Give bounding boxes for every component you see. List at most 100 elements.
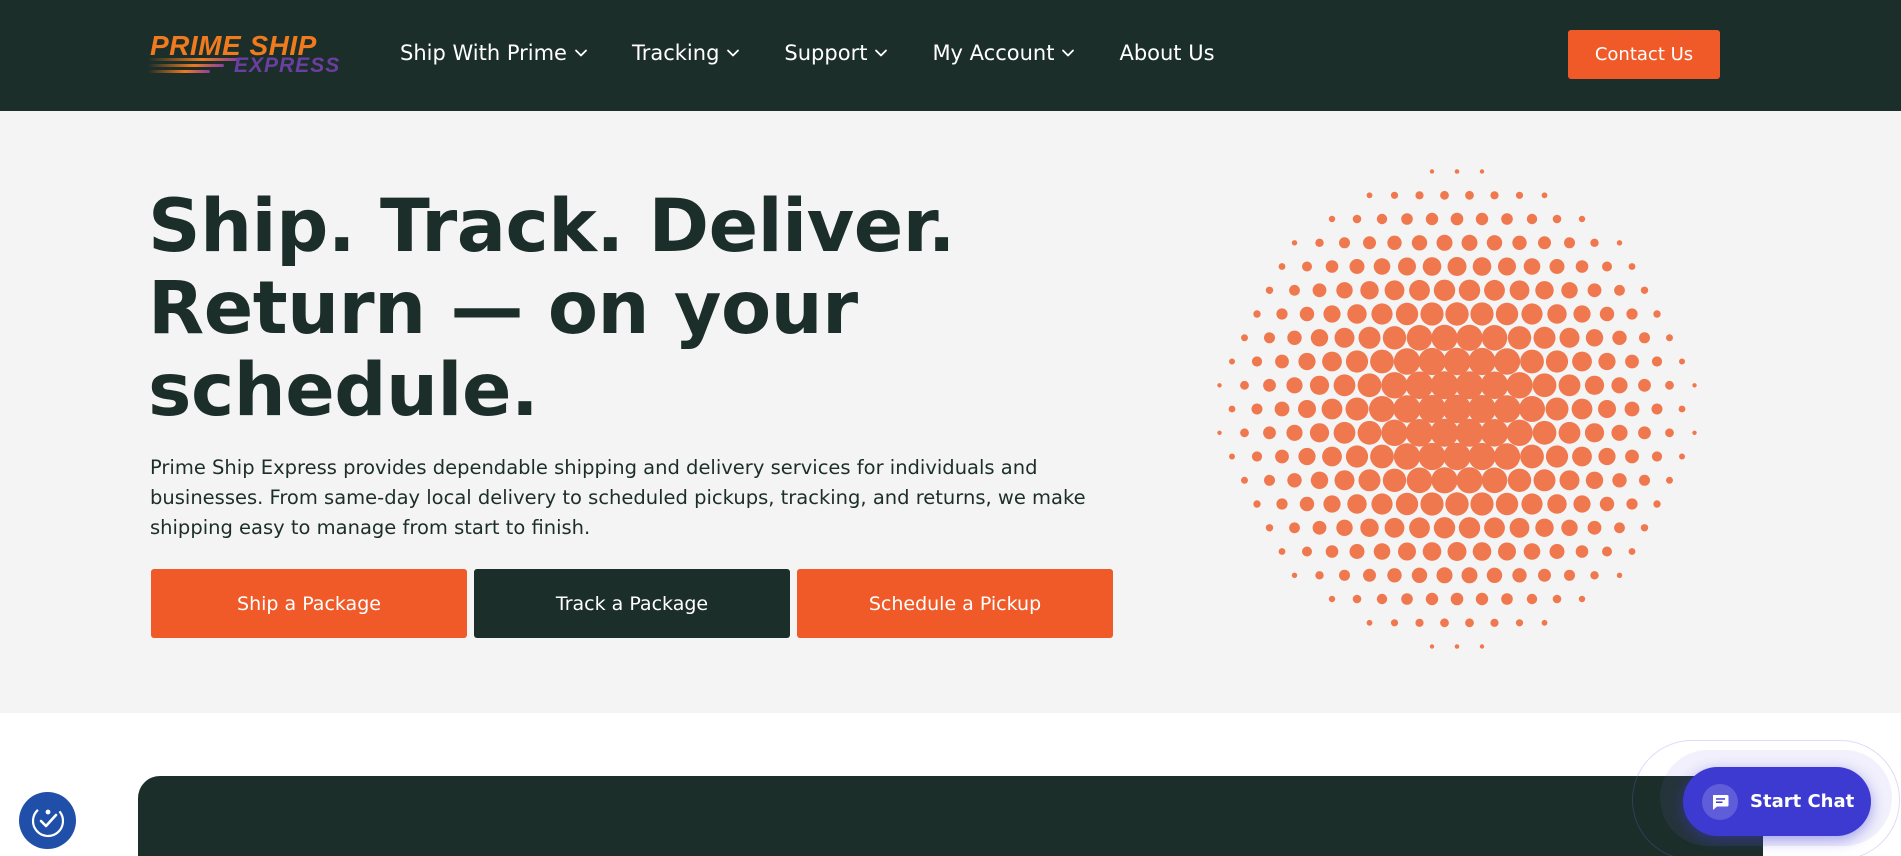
halftone-dot xyxy=(1465,618,1474,628)
halftone-dot xyxy=(1638,378,1651,392)
halftone-dot xyxy=(1626,308,1638,320)
halftone-dot xyxy=(1612,330,1627,345)
halftone-dot xyxy=(1349,544,1365,559)
halftone-dot xyxy=(1454,644,1460,649)
halftone-dot xyxy=(1498,257,1516,276)
halftone-dot xyxy=(1575,260,1589,273)
halftone-dot xyxy=(1490,618,1499,627)
halftone-dot xyxy=(1371,493,1393,515)
halftone-dot xyxy=(1564,569,1575,581)
halftone-dot xyxy=(1339,569,1350,581)
halftone-dot xyxy=(1240,380,1249,390)
halftone-dot xyxy=(1345,445,1369,468)
halftone-dot xyxy=(1390,619,1399,627)
halftone-dot xyxy=(1624,401,1640,417)
halftone-dot xyxy=(1373,258,1391,275)
halftone-dot xyxy=(1302,546,1312,557)
halftone-dot xyxy=(1571,398,1593,420)
nav-item-tracking[interactable]: Tracking xyxy=(632,41,740,65)
halftone-dot xyxy=(1333,421,1356,444)
halftone-dot xyxy=(1564,237,1575,249)
schedule-a-pickup-button[interactable]: Schedule a Pickup xyxy=(797,569,1113,638)
nav-item-label: Tracking xyxy=(631,41,720,65)
halftone-dot xyxy=(1445,302,1469,326)
nav-item-label: About Us xyxy=(1119,41,1215,65)
halftone-dot xyxy=(1541,619,1548,626)
prime-ship-express-logo[interactable]: PRIME SHIP EXPRESS xyxy=(148,28,348,78)
contact-us-button[interactable]: Contact Us xyxy=(1568,30,1720,79)
halftone-dot xyxy=(1411,567,1428,583)
halftone-dot xyxy=(1572,446,1592,467)
ship-a-package-button[interactable]: Ship a Package xyxy=(151,569,467,638)
halftone-dot xyxy=(1251,403,1263,415)
halftone-dot xyxy=(1274,401,1290,417)
halftone-dot xyxy=(1616,572,1623,578)
halftone-dot xyxy=(1418,442,1446,471)
halftone-dot xyxy=(1405,419,1434,447)
halftone-dot xyxy=(1665,428,1674,438)
halftone-dot xyxy=(1653,500,1661,508)
halftone-dot xyxy=(1512,235,1527,250)
halftone-dot xyxy=(1587,520,1602,535)
hero-headline: Ship. Track. Deliver. Return — on your s… xyxy=(148,186,1048,432)
halftone-dot xyxy=(1587,283,1602,298)
nav-item-ship-with-prime[interactable]: Ship With Prime xyxy=(400,41,588,65)
halftone-dot xyxy=(1325,260,1339,273)
halftone-dot xyxy=(1322,446,1342,467)
halftone-dot xyxy=(1611,424,1628,441)
hero-section: Ship. Track. Deliver. Return — on your s… xyxy=(0,111,1901,713)
halftone-dot xyxy=(1651,356,1663,367)
halftone-dot xyxy=(1520,444,1544,469)
halftone-dot xyxy=(1507,326,1532,350)
halftone-dot xyxy=(1598,447,1616,466)
halftone-dot xyxy=(1291,240,1298,246)
halftone-dot xyxy=(1666,334,1673,342)
halftone-dot xyxy=(1415,618,1424,627)
halftone-dot xyxy=(1598,352,1616,371)
halftone-dot xyxy=(1612,473,1627,488)
halftone-dot xyxy=(1573,495,1591,513)
halftone-dot xyxy=(1382,468,1407,492)
halftone-dot xyxy=(1486,567,1503,583)
halftone-dot xyxy=(1549,259,1565,274)
halftone-dot xyxy=(1454,169,1460,174)
halftone-dot xyxy=(1458,279,1481,301)
halftone-dot xyxy=(1336,519,1353,536)
accessibility-widget-button[interactable] xyxy=(19,792,76,849)
halftone-dot xyxy=(1322,351,1342,372)
halftone-dot xyxy=(1552,594,1562,604)
halftone-dot xyxy=(1395,302,1419,326)
halftone-dot xyxy=(1458,517,1481,539)
halftone-dot xyxy=(1363,568,1376,582)
nav-item-support[interactable]: Support xyxy=(784,41,888,65)
nav-item-about-us[interactable]: About Us xyxy=(1119,41,1214,65)
halftone-dot xyxy=(1370,444,1394,469)
halftone-dot xyxy=(1561,519,1578,536)
halftone-dot xyxy=(1561,282,1578,299)
chevron-down-icon xyxy=(727,49,740,57)
halftone-dot xyxy=(1484,517,1505,539)
start-chat-button[interactable]: Start Chat xyxy=(1683,767,1871,836)
halftone-dot xyxy=(1590,238,1599,247)
halftone-dot xyxy=(1584,375,1605,395)
halftone-dot xyxy=(1665,380,1674,390)
halftone-dot xyxy=(1405,371,1434,400)
halftone-dot xyxy=(1628,263,1636,270)
halftone-dot xyxy=(1251,451,1263,462)
halftone-dot xyxy=(1217,383,1222,388)
logo-speed-line xyxy=(148,58,238,61)
halftone-dot xyxy=(1299,306,1315,322)
hero-headline-line: Ship. Track. Deliver. xyxy=(148,184,956,269)
halftone-dot xyxy=(1443,347,1471,376)
track-a-package-button[interactable]: Track a Package xyxy=(474,569,790,638)
halftone-dot xyxy=(1532,373,1557,398)
nav-item-my-account[interactable]: My Account xyxy=(932,41,1075,65)
halftone-dot xyxy=(1289,284,1300,296)
halftone-dot xyxy=(1450,212,1464,226)
halftone-dot xyxy=(1384,517,1405,538)
halftone-dot xyxy=(1315,238,1324,247)
halftone-dot xyxy=(1475,212,1489,226)
halftone-dot xyxy=(1241,334,1248,342)
halftone-dot xyxy=(1418,395,1446,423)
nav-item-label: My Account xyxy=(932,41,1055,65)
